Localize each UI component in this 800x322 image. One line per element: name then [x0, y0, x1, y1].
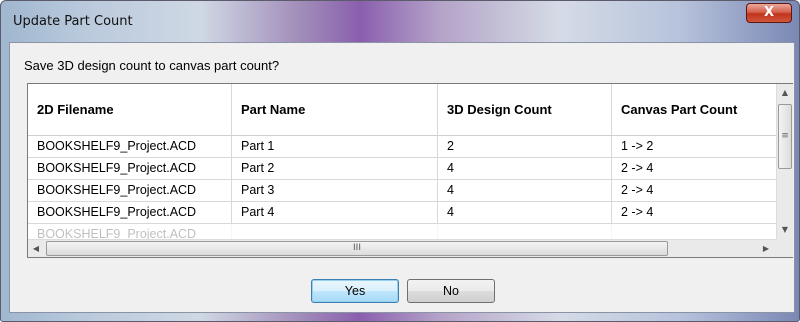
table-row[interactable]: BOOKSHELF9_Project.ACD Part 4 4 2 -> 4 [28, 202, 776, 224]
dialog-prompt: Save 3D design count to canvas part coun… [24, 58, 280, 73]
close-icon: X [763, 5, 775, 20]
table-row[interactable]: BOOKSHELF9_Project.ACD Part 2 4 2 -> 4 [28, 158, 776, 180]
scroll-up-arrow-icon[interactable]: ▲ [777, 84, 793, 101]
cell-3d-design-count: 4 [438, 180, 612, 202]
scroll-down-arrow-icon[interactable]: ▼ [777, 221, 793, 238]
cell-2d-filename: BOOKSHELF9_Project.ACD [28, 180, 232, 202]
cell-3d-design-count: 4 [438, 202, 612, 224]
cell-part-name: Part 4 [232, 202, 438, 224]
column-header-canvas-part-count[interactable]: Canvas Part Count [612, 84, 776, 136]
cell-2d-filename: BOOKSHELF9_Project.ACD [28, 158, 232, 180]
cell-3d-design-count: 2 [438, 136, 612, 158]
cell-canvas-part-count: 2 -> 4 [612, 158, 776, 180]
vertical-scrollbar[interactable]: ▲ ≡ ▼ [776, 84, 793, 239]
cell-2d-filename: BOOKSHELF9_Project.ACD [28, 202, 232, 224]
table-header: 2D Filename Part Name 3D Design Count Ca… [28, 84, 776, 136]
part-count-table: 2D Filename Part Name 3D Design Count Ca… [27, 83, 793, 258]
window-title: Update Part Count [13, 14, 133, 29]
scroll-right-arrow-icon[interactable]: ▶ [758, 240, 774, 257]
cell-canvas-part-count: 2 -> 4 [612, 202, 776, 224]
cell-2d-filename: BOOKSHELF9_Project.ACD [28, 224, 232, 239]
vertical-scroll-thumb[interactable]: ≡ [778, 104, 792, 169]
dialog-body: Save 3D design count to canvas part coun… [9, 42, 795, 313]
dialog-window: Update Part Count X Save 3D design count… [0, 0, 800, 322]
close-button[interactable]: X [746, 3, 792, 23]
yes-button[interactable]: Yes [311, 279, 399, 303]
no-button[interactable]: No [407, 279, 495, 303]
cell-3d-design-count: 4 [438, 158, 612, 180]
scroll-left-arrow-icon[interactable]: ◀ [28, 240, 44, 257]
table-row-partial[interactable]: BOOKSHELF9_Project.ACD [28, 224, 776, 239]
table-row[interactable]: BOOKSHELF9_Project.ACD Part 3 4 2 -> 4 [28, 180, 776, 202]
cell-part-name: Part 2 [232, 158, 438, 180]
title-bar[interactable]: Update Part Count X [1, 1, 799, 43]
column-header-part-name[interactable]: Part Name [232, 84, 438, 136]
horizontal-scroll-thumb[interactable]: III [46, 241, 668, 256]
cell-canvas-part-count [612, 224, 776, 239]
cell-2d-filename: BOOKSHELF9_Project.ACD [28, 136, 232, 158]
cell-part-name [232, 224, 438, 239]
column-header-2d-filename[interactable]: 2D Filename [28, 84, 232, 136]
column-header-3d-design-count[interactable]: 3D Design Count [438, 84, 612, 136]
cell-part-name: Part 1 [232, 136, 438, 158]
cell-canvas-part-count: 1 -> 2 [612, 136, 776, 158]
cell-part-name: Part 3 [232, 180, 438, 202]
scrollbar-corner [776, 239, 793, 257]
cell-3d-design-count [438, 224, 612, 239]
horizontal-scrollbar[interactable]: ◀ III ▶ [28, 239, 776, 257]
table-row[interactable]: BOOKSHELF9_Project.ACD Part 1 2 1 -> 2 [28, 136, 776, 158]
cell-canvas-part-count: 2 -> 4 [612, 180, 776, 202]
